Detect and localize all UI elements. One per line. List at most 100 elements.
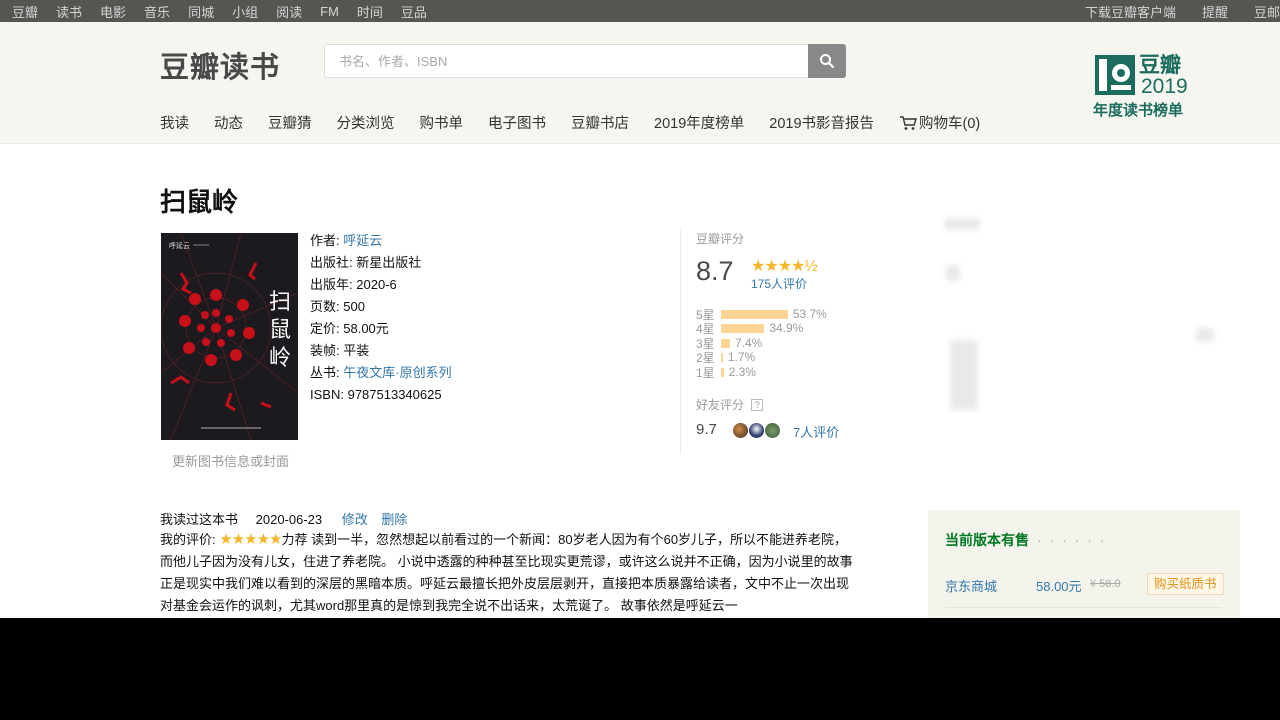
friend-rating-label-text: 好友评分 — [696, 398, 745, 412]
dist-bar — [720, 309, 788, 319]
search-icon — [820, 54, 835, 69]
badge-year: 2019 — [1141, 75, 1188, 98]
nav-item[interactable]: 分类浏览 — [337, 112, 395, 133]
nav-item[interactable]: 豆瓣书店 — [571, 112, 629, 133]
review-recommend: 力荐 — [281, 532, 308, 547]
review-label: 我的评价: — [160, 532, 216, 547]
book-info: 作者: 呼延云 出版社: 新星出版社 出版年: 2020-6 页数: 500 定… — [310, 230, 452, 406]
global-nav-item[interactable]: 读书 — [56, 2, 82, 21]
friend-rating-score: 9.7 — [696, 421, 717, 438]
friend-avatar[interactable] — [764, 422, 781, 439]
global-nav-item[interactable]: 音乐 — [144, 2, 170, 21]
cart-link[interactable]: 购物车(0) — [899, 112, 980, 133]
cover-title-char: 扫 — [269, 290, 291, 315]
rating-dist-row: 2星 1.7% — [696, 350, 756, 365]
info-row-isbn: ISBN: 9787513340625 — [310, 384, 452, 406]
cart-icon — [900, 115, 918, 130]
dist-bar — [720, 367, 724, 377]
update-book-info-link[interactable]: 更新图书信息或封面 — [172, 451, 289, 470]
info-value: 2020-6 — [356, 277, 397, 292]
global-nav-item[interactable]: 电影 — [100, 2, 126, 21]
dist-pct: 7.4% — [734, 336, 763, 350]
nav-item[interactable]: 我读 — [160, 112, 189, 133]
author-link[interactable]: 呼延云 — [343, 233, 382, 248]
nav-item[interactable]: 2019书影音报告 — [769, 112, 874, 133]
search-button[interactable] — [808, 44, 846, 78]
buy-paper-book-button[interactable]: 购买纸质书 — [1147, 573, 1224, 595]
global-nav-item[interactable]: 提醒 — [1202, 2, 1228, 21]
global-nav-item[interactable]: 同城 — [188, 2, 214, 21]
friend-avatar[interactable] — [748, 422, 765, 439]
rating-count-link[interactable]: 175人评价 — [751, 275, 807, 292]
dist-pct: 1.7% — [727, 350, 756, 364]
info-label: 装帧: — [310, 343, 340, 358]
review-stars: ★★★★★ — [219, 531, 282, 548]
info-label: 作者: — [310, 233, 340, 248]
read-status: 我读过这本书 — [160, 512, 239, 527]
store-old-price: ¥ 58.0 — [1090, 578, 1121, 590]
info-value: 500 — [343, 299, 365, 314]
rating-dist-row: 4星 34.9% — [696, 321, 804, 336]
friend-avatar[interactable] — [732, 422, 749, 439]
info-label: ISBN: — [310, 387, 344, 402]
global-nav-item[interactable]: 下载豆瓣客户端 — [1085, 2, 1176, 21]
annual-list-badge[interactable]: 豆瓣 2019 年度读书榜单 — [1093, 51, 1193, 123]
delete-link[interactable]: 删除 — [381, 512, 407, 527]
rating-dist-row: 5星 53.7% — [696, 307, 827, 322]
info-label: 出版社: — [310, 255, 353, 270]
cover-art: 呼延云 扫 鼠 岭 — [161, 233, 298, 440]
info-row-price: 定价: 58.00元 — [310, 318, 452, 340]
global-nav-item[interactable]: 豆瓣 — [12, 2, 38, 21]
book-title: 扫鼠岭 — [160, 188, 239, 218]
global-nav-item[interactable]: 豆邮 — [1254, 2, 1280, 21]
buy-box: 当前版本有售 · · · · · · 京东商城 58.00元 ¥ 58.0 购买纸… — [928, 510, 1240, 618]
global-nav-item[interactable]: 豆品 — [401, 2, 427, 21]
global-nav-item[interactable]: 时间 — [357, 2, 383, 21]
nav-item[interactable]: 2019年度榜单 — [654, 112, 744, 133]
series-link[interactable]: 午夜文库·原创系列 — [343, 365, 451, 380]
dist-star: 1星 — [696, 365, 715, 380]
info-row-author: 作者: 呼延云 — [310, 230, 452, 252]
info-row-pages: 页数: 500 — [310, 296, 452, 318]
cart-label: 购物车(0) — [919, 116, 981, 132]
cover-title-char: 鼠 — [269, 318, 291, 343]
store-link[interactable]: 京东商城 — [945, 576, 997, 595]
my-review: 我的评价: ★★★★★力荐 读到一半，忽然想起以前看过的一个新闻：80岁老人因为… — [160, 529, 860, 617]
store-price[interactable]: 58.00元 — [1036, 576, 1082, 595]
site-logo[interactable]: 豆瓣读书 — [160, 44, 280, 86]
info-row-publisher: 出版社: 新星出版社 — [310, 252, 452, 274]
edit-link[interactable]: 修改 — [342, 512, 368, 527]
rating-panel: 豆瓣评分 8.7 ★★★★½ 175人评价 5星 53.7% 4星 34.9% … — [680, 230, 860, 454]
info-value: 新星出版社 — [356, 255, 422, 270]
book-cover[interactable]: 呼延云 扫 鼠 岭 — [161, 233, 298, 440]
dist-pct: 53.7% — [792, 307, 827, 321]
cover-author: 呼延云 — [169, 241, 190, 250]
global-nav-item[interactable]: FM — [320, 4, 339, 19]
info-label: 定价: — [310, 321, 340, 336]
nav-item[interactable]: 购书单 — [420, 112, 464, 133]
nav-item[interactable]: 豆瓣猜 — [268, 112, 312, 133]
friend-count-link[interactable]: 7人评价 — [793, 422, 839, 441]
global-nav-item[interactable]: 阅读 — [276, 2, 302, 21]
badge-subtitle: 年度读书榜单 — [1093, 101, 1184, 119]
friend-avatars — [732, 422, 781, 439]
nav-item[interactable]: 动态 — [214, 112, 243, 133]
my-read-status: 我读过这本书 2020-06-23 修改 删除 — [160, 509, 407, 528]
info-value: 9787513340625 — [347, 387, 442, 402]
divider — [945, 607, 1222, 608]
search-input[interactable] — [324, 44, 808, 78]
dist-pct: 34.9% — [769, 321, 804, 335]
nav-item[interactable]: 电子图书 — [488, 112, 546, 133]
help-icon[interactable]: ? — [751, 399, 764, 411]
dist-bar — [720, 338, 730, 348]
header: 豆瓣读书 — [0, 22, 1280, 102]
info-row-year: 出版年: 2020-6 — [310, 274, 452, 296]
info-value: 平装 — [343, 343, 370, 358]
buy-title-dots: · · · · · · — [1037, 532, 1107, 548]
search-bar — [324, 44, 846, 78]
buy-box-title: 当前版本有售 · · · · · · — [945, 530, 1106, 550]
dist-pct: 2.3% — [728, 365, 756, 379]
global-nav: 豆瓣 读书 电影 音乐 同城 小组 阅读 FM 时间 豆品 下载豆瓣客户端 提醒 豆邮 — [0, 0, 1280, 22]
global-nav-item[interactable]: 小组 — [232, 2, 258, 21]
rating-stars: ★★★★½ — [751, 258, 818, 275]
